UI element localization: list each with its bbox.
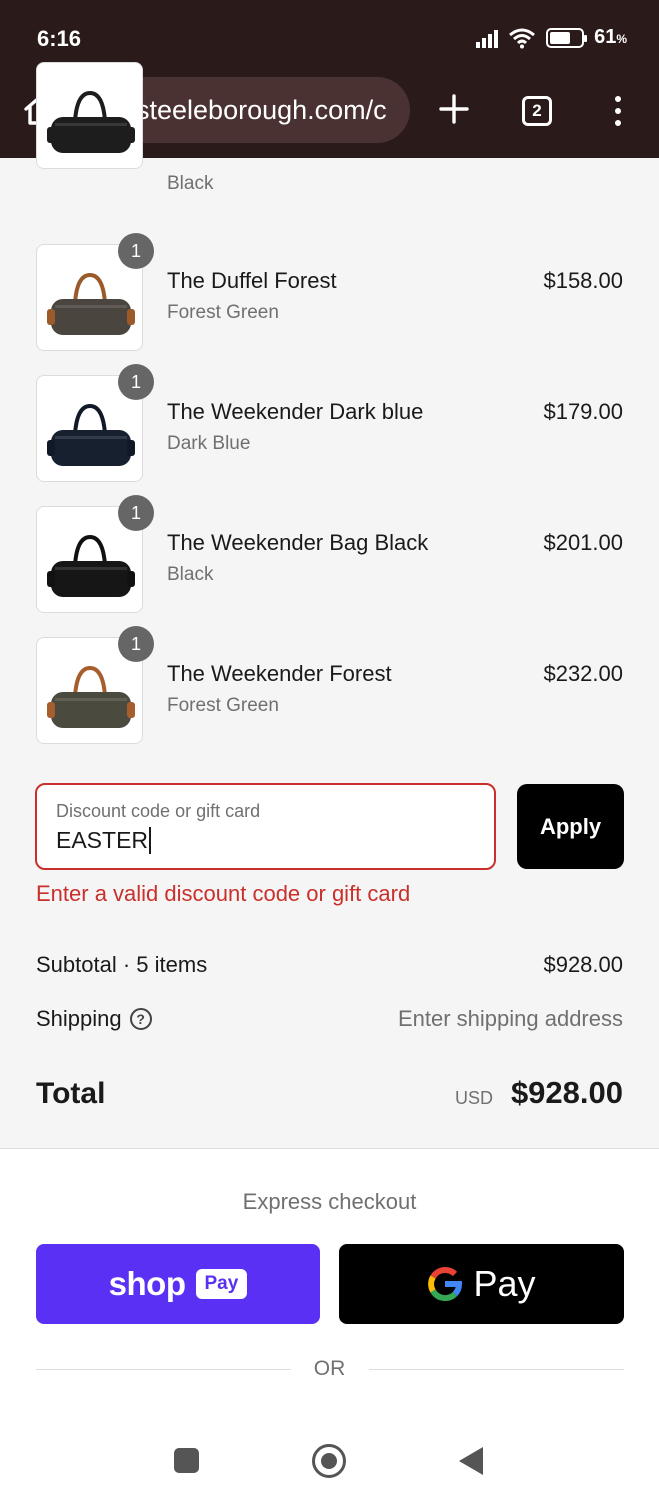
product-price: $232.00 bbox=[543, 661, 623, 686]
product-name: The Weekender Forest bbox=[167, 661, 392, 686]
back-icon[interactable] bbox=[459, 1447, 483, 1475]
shipping-value: Enter shipping address bbox=[397, 1006, 623, 1031]
shop-pay-button[interactable]: shop Pay bbox=[36, 1244, 320, 1324]
google-pay-button[interactable]: Pay bbox=[339, 1244, 624, 1324]
total-value: $928.00 bbox=[510, 1075, 623, 1110]
google-pay-text: Pay bbox=[473, 1263, 536, 1304]
or-divider-right bbox=[369, 1369, 624, 1370]
product-thumbnail bbox=[36, 62, 143, 169]
product-variant: Forest Green bbox=[167, 695, 279, 716]
discount-input[interactable]: EASTER bbox=[56, 827, 152, 854]
product-price: $179.00 bbox=[543, 399, 623, 424]
product-price: $201.00 bbox=[543, 530, 623, 555]
google-g-icon bbox=[428, 1267, 463, 1302]
product-name: The Weekender Bag Black bbox=[167, 530, 429, 555]
product-price: $158.00 bbox=[543, 268, 623, 293]
total-currency: USD bbox=[454, 1088, 493, 1108]
cart-item: 1 The Duffel Forest Forest Green $158.00 bbox=[0, 233, 659, 354]
shop-logo-text: shop bbox=[108, 1265, 186, 1302]
battery-icon bbox=[546, 27, 588, 48]
quantity-badge: 1 bbox=[118, 233, 154, 269]
express-title: Express checkout bbox=[242, 1189, 417, 1214]
status-indicators: 61% bbox=[476, 26, 627, 49]
android-nav-bar bbox=[0, 1428, 659, 1500]
discount-field[interactable]: Discount code or gift card EASTER bbox=[35, 783, 496, 870]
recents-icon[interactable] bbox=[174, 1448, 199, 1473]
duffel-bag-image bbox=[47, 90, 135, 153]
status-time: 6:16 bbox=[37, 26, 82, 51]
help-icon[interactable]: ? bbox=[129, 1008, 152, 1030]
product-variant: Forest Green bbox=[167, 302, 279, 323]
shipping-row: Shipping? bbox=[36, 1006, 152, 1032]
subtotal-value: $928.00 bbox=[543, 952, 623, 977]
discount-error: Enter a valid discount code or gift card bbox=[36, 881, 411, 906]
signal-icon bbox=[476, 28, 499, 48]
home-nav-icon[interactable] bbox=[312, 1444, 346, 1478]
apply-button[interactable]: Apply bbox=[517, 784, 624, 869]
subtotal-label: Subtotal · 5 items bbox=[36, 952, 208, 977]
shop-pay-badge: Pay bbox=[195, 1269, 248, 1299]
shipping-label: Shipping bbox=[36, 1006, 122, 1031]
battery-percent: 61% bbox=[594, 26, 627, 48]
product-name: The Duffel Forest bbox=[167, 268, 337, 293]
cart-item: Black bbox=[0, 62, 659, 222]
total-label: Total bbox=[36, 1077, 106, 1110]
cart-item: 1 The Weekender Dark blue Dark Blue $179.00 bbox=[0, 364, 659, 485]
cart-item: 1 The Weekender Forest Forest Green $232.00 bbox=[0, 626, 659, 747]
quantity-badge: 1 bbox=[118, 495, 154, 531]
quantity-badge: 1 bbox=[118, 364, 154, 400]
cart-item: 1 The Weekender Bag Black Black $201.00 bbox=[0, 495, 659, 616]
discount-placeholder: Discount code or gift card bbox=[56, 801, 261, 821]
product-name: The Weekender Dark blue bbox=[167, 399, 424, 424]
product-variant: Black bbox=[167, 173, 214, 194]
express-checkout: Express checkout shop Pay Pay OR bbox=[0, 1148, 659, 1428]
product-variant: Black bbox=[167, 564, 214, 585]
wifi-icon bbox=[509, 28, 536, 48]
quantity-badge: 1 bbox=[118, 626, 154, 662]
product-variant: Dark Blue bbox=[167, 433, 251, 454]
